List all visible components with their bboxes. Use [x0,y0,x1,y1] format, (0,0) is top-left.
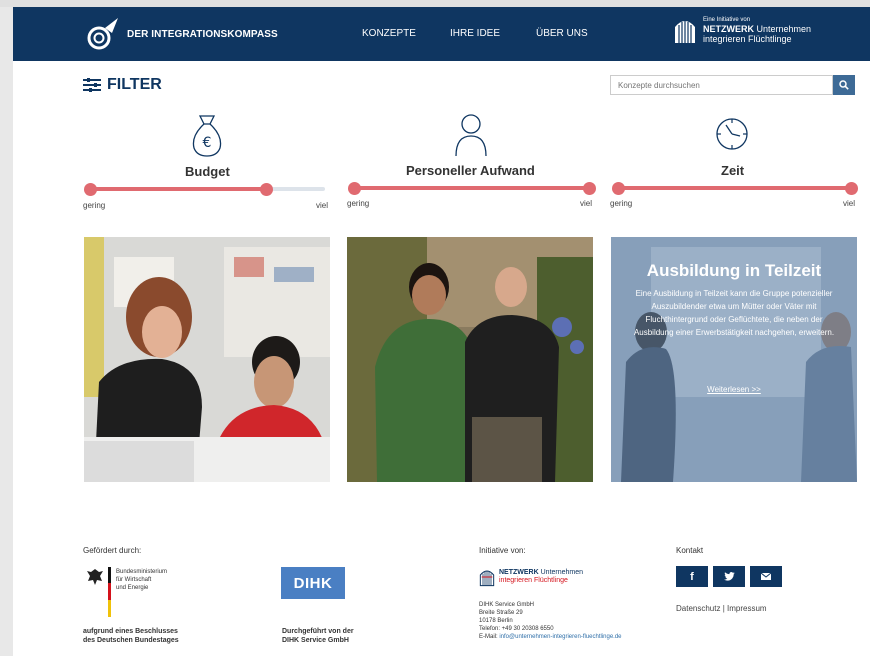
budget-max-handle[interactable] [260,183,273,196]
partner-line2: NETZWERK Unternehmen [703,24,811,34]
partner-small: Eine Initiative von [703,16,751,23]
budget-fill [90,187,266,191]
person-icon [455,114,487,157]
netzwerk-footer-bold: NETZWERK [499,569,539,576]
email-link[interactable]: info@unternehmen-integrieren-fluechtling… [499,634,621,640]
eagle-emblem-icon [87,569,103,585]
ministry-note: aufgrund eines Beschlusses des Deutschen… [83,627,179,645]
photo-office-woman-man-computer [84,237,330,482]
logo-text: DER INTEGRATIONSKOMPASS [127,28,278,40]
search-button[interactable] [833,75,855,95]
filter-label-budget: Budget [185,164,230,179]
personal-min-label: gering [347,199,370,208]
twitter-button[interactable] [713,566,745,587]
zeit-fill [618,186,852,190]
card-title: Ausbildung in Teilzeit [646,261,822,280]
ministry-line2: für Wirtschaft [116,577,152,583]
dihk-note: Durchgeführt von der DIHK Service GmbH [282,627,354,645]
address-line: Breite Straße 29 [479,610,523,616]
email-line: E-Mail: info@unternehmen-integrieren-flu… [479,633,622,641]
personal-max-label: viel [580,199,593,208]
netzwerk-logo-icon [675,21,695,43]
dihk-note-line1: Durchgeführt von der [282,628,354,635]
facebook-button[interactable]: f [676,566,708,587]
filter-label-personal: Personeller Aufwand [406,163,535,178]
netzwerk-footer-line2: integrieren Flüchtlinge [499,577,568,584]
ministry-note-line2: des Deutschen Bundestages [83,637,179,644]
budget-min-handle[interactable] [84,183,97,196]
dihk-logo-text: DIHK [293,574,333,592]
funded-label: Gefördert durch: [83,546,142,555]
concept-card-1[interactable] [84,237,330,482]
nav-ihre-idee[interactable]: IHRE IDEE [450,28,500,39]
ministry-line1: Bundesministerium [116,569,168,575]
personal-fill [354,186,590,190]
partner-logo[interactable]: Eine Initiative von NETZWERK Unternehmen… [673,15,811,45]
filter-title: FILTER [107,76,162,93]
flag-bar [108,567,111,617]
nav-konzepte[interactable]: KONZEPTE [362,28,416,39]
svg-text:€: € [203,135,212,151]
partner-text: Eine Initiative von NETZWERK Unternehmen… [703,17,811,44]
partner-line2-rest: Unternehmen [754,23,812,34]
page: DER INTEGRATIONSKOMPASS KONZEPTE IHRE ID… [13,7,870,656]
mail-button[interactable] [750,566,782,587]
mail-icon [761,573,771,580]
netzwerk-logo-icon [479,570,495,587]
netzwerk-footer-logo[interactable]: NETZWERK Unternehmen integrieren Flüchtl… [479,566,583,588]
legal-links[interactable]: Datenschutz | Impressum [676,604,767,613]
zeit-min-handle[interactable] [612,182,625,195]
ministry-note-line1: aufgrund eines Beschlusses [83,628,178,635]
search-icon [839,79,849,90]
netzwerk-footer-rest: Unternehmen [538,569,584,576]
concept-card-3[interactable]: Ausbildung in Teilzeit Eine Ausbildung i… [611,237,857,482]
address-block: DIHK Service GmbH Breite Straße 29 10178… [479,601,622,641]
clock-icon [716,118,748,150]
ministry-line3: und Energie [116,585,149,591]
contact-label: Kontakt [676,546,704,555]
search-input[interactable] [610,75,833,95]
zeit-min-label: gering [610,199,633,208]
budget-min-label: gering [83,201,106,210]
address-line: 10178 Berlin [479,618,513,624]
dihk-note-line2: DIHK Service GmbH [282,637,349,644]
personal-min-handle[interactable] [348,182,361,195]
partner-line3: integrieren Flüchtlinge [703,33,792,44]
search-box [610,75,855,97]
initiative-label: Initiative von: [479,546,526,555]
zeit-max-label: viel [843,199,856,208]
budget-max-label: viel [316,201,329,210]
address-line: Telefon: +49 30 20308 6550 [479,626,554,632]
facebook-icon: f [690,570,694,583]
dihk-logo[interactable]: DIHK [281,567,345,599]
filter-toggle[interactable]: FILTER [83,76,162,94]
read-more-link[interactable]: Weiterlesen >> [611,385,857,394]
money-bag-icon: € [192,115,222,157]
twitter-icon [723,572,735,581]
browser-top-strip [0,0,870,7]
site-header: DER INTEGRATIONSKOMPASS KONZEPTE IHRE ID… [13,7,870,61]
concept-card-2[interactable] [347,237,593,482]
address-line: DIHK Service GmbH [479,602,535,608]
filter-label-zeit: Zeit [721,163,745,178]
partner-line2-bold: NETZWERK [703,23,754,34]
bmwi-logo[interactable]: Bundesministerium für Wirtschaft und Ene… [85,567,205,617]
email-label: E-Mail: [479,634,500,640]
card-description: Eine Ausbildung in Teilzeit kann die Gru… [633,289,835,337]
filter-sliders-icon [83,78,101,92]
site-logo[interactable]: DER INTEGRATIONSKOMPASS [85,16,278,52]
personal-max-handle[interactable] [583,182,596,195]
zeit-max-handle[interactable] [845,182,858,195]
netzwerk-footer-text: NETZWERK Unternehmen integrieren Flüchtl… [499,569,583,585]
compass-logo-icon [87,18,118,50]
photo-two-gardeners [347,237,593,482]
nav-ueber-uns[interactable]: ÜBER UNS [536,28,588,39]
netzwerk-footer-line1: NETZWERK Unternehmen [499,569,583,577]
